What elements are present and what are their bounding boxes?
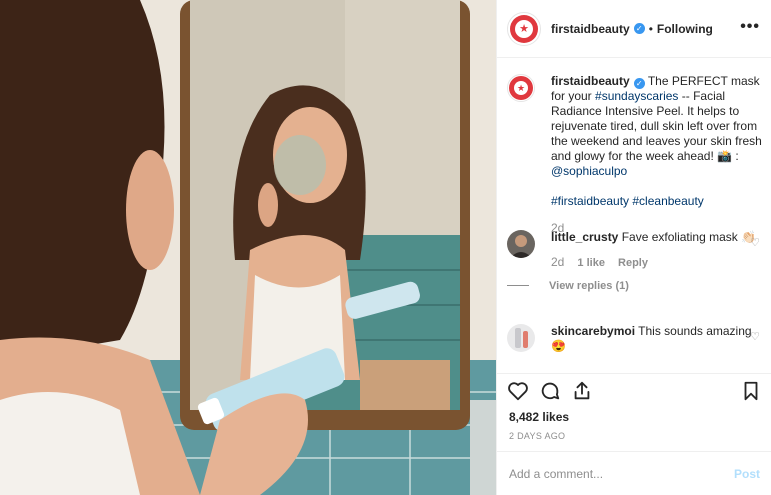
post-header: ★ firstaidbeauty ✓ • Following ••• [497, 0, 771, 58]
comment-meta: 2d 1 like Reply [551, 255, 762, 271]
avatar[interactable]: ★ [507, 11, 541, 46]
comment-username[interactable]: skincarebymoi [551, 324, 635, 338]
divider [507, 285, 529, 286]
view-replies[interactable]: View replies (1) [507, 279, 762, 294]
more-options-icon[interactable]: ••• [740, 18, 760, 36]
comment-text: Fave exfoliating mask 👏🏻 [621, 230, 757, 244]
verified-badge-icon: ✓ [633, 78, 645, 89]
comments-list[interactable]: ★ firstaidbeauty ✓ The PERFECT mask for y… [497, 58, 771, 373]
comment-username[interactable]: little_crusty [551, 230, 618, 244]
comment-item: little_crusty Fave exfoliating mask 👏🏻 2… [507, 230, 762, 294]
brand-logo: ★ [509, 76, 533, 100]
like-comment-heart-icon[interactable]: ♡ [750, 236, 760, 249]
post-actions: 8,482 likes 2 DAYS AGO [497, 373, 771, 451]
avatar-image [507, 324, 535, 352]
likes-count[interactable]: 8,482 likes [509, 410, 569, 424]
share-icon[interactable] [571, 380, 593, 402]
post-comment-button[interactable]: Post [734, 467, 760, 481]
following-button[interactable]: Following [657, 22, 713, 36]
star-icon: ★ [514, 81, 528, 95]
caption-text: firstaidbeauty ✓ The PERFECT mask for you… [551, 74, 762, 236]
caption-username[interactable]: firstaidbeauty [551, 74, 630, 88]
reply-button[interactable]: Reply [618, 257, 648, 269]
star-icon: ★ [515, 19, 533, 38]
view-replies-label: View replies (1) [549, 280, 629, 292]
comment-composer: Add a comment... Post [497, 451, 771, 495]
post-photo[interactable] [0, 0, 496, 495]
post-photo-illustration [0, 0, 496, 495]
verified-badge-icon: ✓ [633, 23, 645, 34]
caption-hashtags[interactable]: #firstaidbeauty #cleanbeauty [551, 194, 762, 209]
brand-logo: ★ [510, 14, 538, 43]
comment-item: skincarebymoi This sounds amazing 😍 ♡ [507, 324, 762, 354]
post-timestamp[interactable]: 2 DAYS AGO [509, 431, 565, 441]
mention-link[interactable]: @sophiaculpo [551, 164, 627, 178]
header-username[interactable]: firstaidbeauty [551, 22, 630, 36]
comment-likes[interactable]: 1 like [577, 257, 605, 269]
bookmark-icon[interactable] [740, 380, 762, 402]
header-separator: • [648, 21, 653, 36]
avatar[interactable]: ★ [507, 74, 535, 102]
instagram-post: ★ firstaidbeauty ✓ • Following ••• ★ fir… [0, 0, 771, 495]
post-panel: ★ firstaidbeauty ✓ • Following ••• ★ fir… [496, 0, 771, 495]
hashtag-link[interactable]: #sundayscaries [595, 89, 678, 103]
avatar[interactable] [507, 324, 535, 352]
avatar-image [507, 230, 535, 258]
like-comment-heart-icon[interactable]: ♡ [750, 330, 760, 343]
caption: ★ firstaidbeauty ✓ The PERFECT mask for y… [507, 74, 762, 236]
comment-input[interactable]: Add a comment... [509, 467, 603, 481]
avatar[interactable] [507, 230, 535, 258]
comment-bubble-icon[interactable] [539, 380, 561, 402]
like-heart-icon[interactable] [507, 380, 529, 402]
comment-time[interactable]: 2d [551, 255, 564, 269]
action-icons [507, 380, 762, 410]
